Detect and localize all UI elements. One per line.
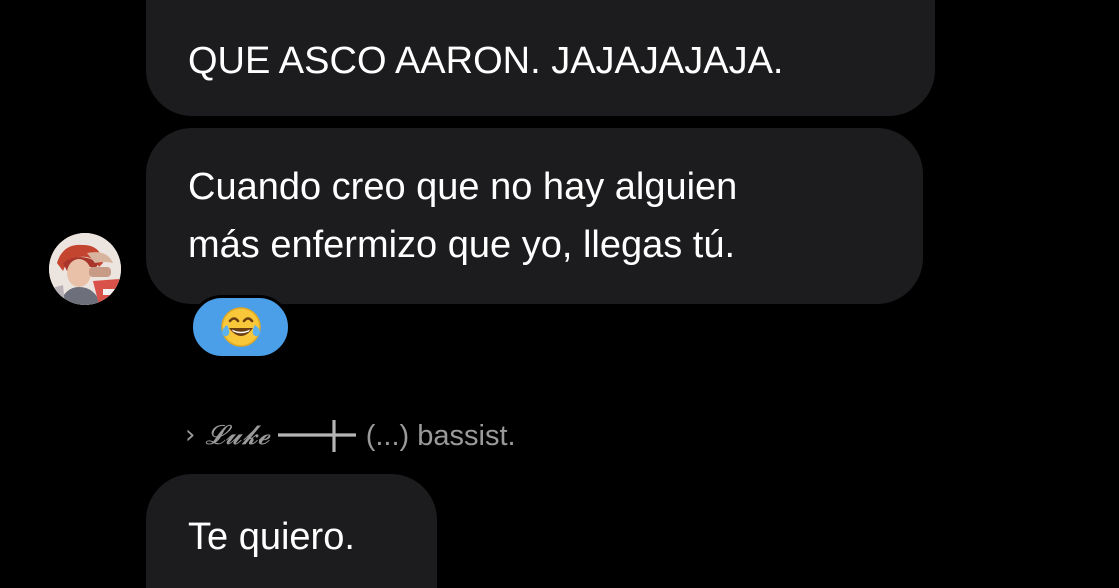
signature-name: 𝓛𝓾𝓴𝓮 [205, 420, 270, 451]
message-text-line: Cuando creo que no hay alguien [188, 166, 738, 208]
message-bubble[interactable]: Te quiero. [146, 474, 437, 588]
avatar[interactable] [49, 233, 121, 305]
chevron-right-icon: › [185, 420, 196, 450]
message-text: QUE ASCO AARON. JAJAJAJAJA. [188, 40, 784, 82]
reaction-badge[interactable] [190, 295, 291, 359]
face-with-tears-of-joy-icon [220, 307, 261, 347]
message-bubble[interactable]: Cuando creo que no hay alguien más enfer… [146, 128, 923, 304]
message-text-line: más enfermizo que yo, llegas tú. [188, 224, 736, 266]
message-text: Te quiero. [188, 516, 355, 558]
reply-signature: › 𝓛𝓾𝓴𝓮 (...) bassist. [185, 414, 516, 458]
cross-line-ornament [277, 420, 356, 452]
signature-tagline: (...) bassist. [365, 419, 516, 452]
avatar-photo [49, 233, 121, 305]
message-bubble[interactable]: QUE ASCO AARON. JAJAJAJAJA. [146, 0, 935, 116]
